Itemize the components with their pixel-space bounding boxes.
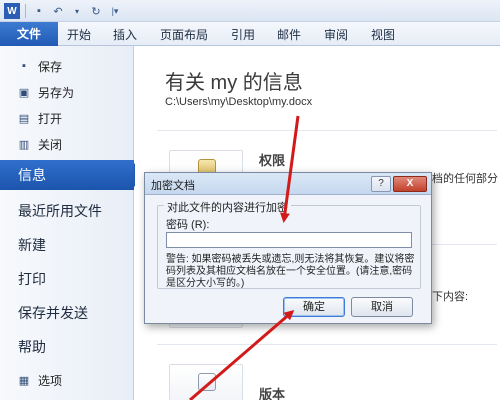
permissions-heading: 权限	[259, 153, 286, 168]
document-icon	[198, 373, 216, 391]
tab-view[interactable]: 视图	[371, 26, 395, 43]
customize-toolbar-icon[interactable]: |▾	[107, 3, 123, 19]
divider	[157, 130, 497, 131]
sidebar-item-options[interactable]: ▦ 选项	[0, 370, 134, 390]
save-icon: ▪	[22, 60, 26, 72]
tab-review[interactable]: 审阅	[324, 26, 348, 43]
sidebar-item-close[interactable]: ▥ 关闭	[0, 134, 134, 154]
redo-icon[interactable]: ↻	[88, 3, 104, 19]
backstage-sidebar: ▪ 保存 ▣ 另存为 ▤ 打开 ▥ 关闭 信息 最近所用文件 新建 打印 保存并…	[0, 46, 144, 400]
sidebar-item-label: 关闭	[38, 137, 63, 152]
sidebar-item-info[interactable]: 信息	[0, 160, 144, 190]
close-folder-icon: ▥	[18, 138, 30, 151]
sidebar-item-open[interactable]: ▤ 打开	[0, 108, 134, 128]
sidebar-item-print[interactable]: 打印	[0, 264, 134, 294]
sidebar-item-save-as[interactable]: ▣ 另存为	[0, 82, 134, 102]
tab-insert[interactable]: 插入	[113, 26, 137, 43]
quick-access-toolbar: W ▪ ↶ ▾ ↻ |▾	[4, 3, 123, 19]
group-label: 对此文件的内容进行加密	[164, 199, 291, 215]
ribbon-tabs: 文件 开始 插入 页面布局 引用 邮件 审阅 视图	[0, 22, 500, 46]
dialog-title: 加密文档	[151, 180, 195, 192]
encrypt-group: 对此文件的内容进行加密 密码 (R): 警告: 如果密码被丢失或遗忘,则无法将其…	[157, 199, 421, 289]
dialog-title-bar[interactable]: 加密文档 ? X	[145, 173, 431, 195]
page-title: 有关 my 的信息	[165, 72, 303, 94]
open-folder-icon: ▤	[18, 112, 30, 125]
sidebar-item-help[interactable]: 帮助	[0, 332, 134, 362]
versions-heading: 版本	[259, 387, 286, 400]
sidebar-item-save-send[interactable]: 保存并发送	[0, 298, 134, 328]
tab-file[interactable]: 文件	[0, 22, 58, 46]
close-button[interactable]: X	[393, 176, 427, 192]
sidebar-item-label: 打开	[38, 111, 63, 126]
tab-home[interactable]: 开始	[67, 26, 91, 43]
sidebar-item-new[interactable]: 新建	[0, 230, 134, 260]
divider	[25, 4, 26, 18]
title-bar: W ▪ ↶ ▾ ↻ |▾	[0, 0, 500, 22]
word-logo-icon: W	[4, 3, 20, 19]
save-icon[interactable]: ▪	[31, 3, 47, 19]
encrypt-document-dialog: 加密文档 ? X 对此文件的内容进行加密 密码 (R): 警告: 如果密码被丢失…	[144, 172, 432, 324]
options-icon: ▦	[18, 374, 30, 387]
undo-icon[interactable]: ↶	[50, 3, 66, 19]
save-as-icon: ▣	[18, 86, 30, 99]
tab-page-layout[interactable]: 页面布局	[160, 26, 208, 43]
sidebar-item-label: 保存	[38, 59, 63, 74]
help-button[interactable]: ?	[371, 176, 391, 192]
manage-versions-button[interactable]	[169, 364, 243, 400]
ok-button[interactable]: 确定	[283, 297, 345, 317]
password-label: 密码 (R):	[166, 219, 210, 231]
tab-references[interactable]: 引用	[231, 26, 255, 43]
inspect-text: 下内容:	[432, 291, 469, 303]
sidebar-item-save[interactable]: ▪ 保存	[0, 56, 134, 76]
file-path: C:\Users\my\Desktop\my.docx	[165, 96, 313, 108]
warning-text: 警告: 如果密码被丢失或遗忘,则无法将其恢复。建议将密码列表及其相应文档名放在一…	[166, 254, 415, 289]
cancel-button[interactable]: 取消	[351, 297, 413, 317]
permissions-text: 档的任何部分	[432, 173, 498, 185]
sidebar-item-label: 另存为	[38, 85, 75, 100]
sidebar-item-recent[interactable]: 最近所用文件	[0, 196, 134, 226]
tab-mailings[interactable]: 邮件	[277, 26, 301, 43]
password-input[interactable]	[166, 232, 412, 248]
sidebar-item-label: 选项	[38, 373, 63, 388]
divider	[157, 344, 497, 345]
dropdown-arrow-icon[interactable]: ▾	[69, 3, 85, 19]
